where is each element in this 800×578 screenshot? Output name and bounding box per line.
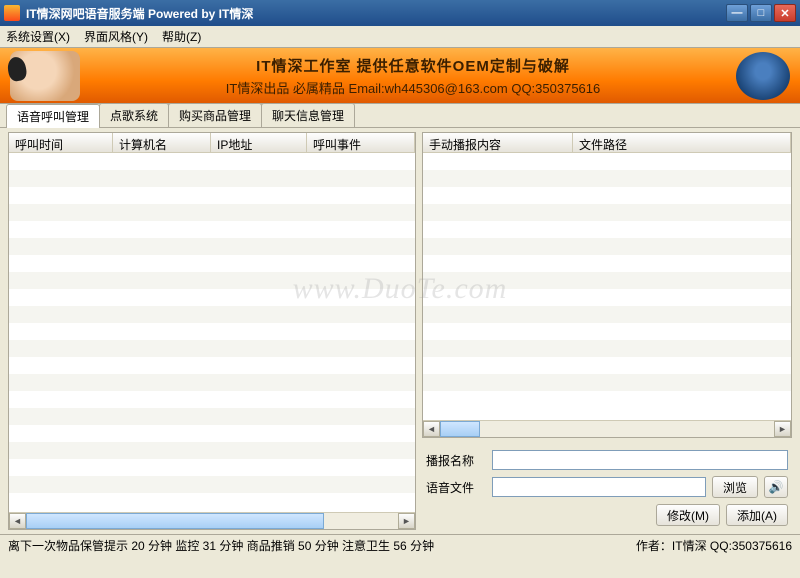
modify-button[interactable]: 修改(M)	[656, 504, 720, 526]
broadcast-list-body[interactable]	[423, 153, 791, 420]
banner: IT情深工作室 提供任意软件OEM定制与破解 IT情深出品 必属精品 Email…	[0, 48, 800, 104]
tabbar: 语音呼叫管理 点歌系统 购买商品管理 聊天信息管理	[0, 104, 800, 128]
broadcast-list-panel: 手动播报内容 文件路径 ◄ ►	[422, 132, 792, 438]
label-broadcast-name: 播报名称	[426, 452, 486, 469]
play-button[interactable]: 🔊	[764, 476, 788, 498]
menubar: 系统设置(X) 界面风格(Y) 帮助(Z)	[0, 26, 800, 48]
add-button[interactable]: 添加(A)	[726, 504, 788, 526]
col-host[interactable]: 计算机名	[113, 133, 211, 152]
speaker-icon: 🔊	[769, 480, 784, 494]
scroll-track[interactable]	[26, 513, 398, 529]
tab-chat[interactable]: 聊天信息管理	[261, 103, 355, 127]
window-title: IT情深网吧语音服务端 Powered by IT情深	[26, 5, 726, 22]
scroll-left-icon[interactable]: ◄	[9, 513, 26, 529]
label-voice-file: 语音文件	[426, 479, 486, 496]
col-event[interactable]: 呼叫事件	[307, 133, 415, 152]
banner-mouse-icon	[736, 52, 790, 100]
browse-button[interactable]: 浏览	[712, 476, 758, 498]
call-list-body[interactable]	[9, 153, 415, 512]
menu-help[interactable]: 帮助(Z)	[162, 28, 201, 45]
broadcast-list-hscroll[interactable]: ◄ ►	[423, 420, 791, 437]
scroll-thumb[interactable]	[26, 513, 324, 529]
tab-voice-call[interactable]: 语音呼叫管理	[6, 104, 100, 128]
menu-system[interactable]: 系统设置(X)	[6, 28, 70, 45]
scroll-left-icon[interactable]: ◄	[423, 421, 440, 437]
minimize-button[interactable]: —	[726, 4, 748, 22]
right-panel: 手动播报内容 文件路径 ◄ ► 播报名称 语音文件 浏览	[422, 132, 792, 530]
titlebar: IT情深网吧语音服务端 Powered by IT情深 — □ ✕	[0, 0, 800, 26]
window-controls: — □ ✕	[726, 4, 796, 22]
status-right: 作者：IT情深 QQ:350375616	[636, 537, 792, 554]
content-area: 呼叫时间 计算机名 IP地址 呼叫事件 ◄ ► 手动播报内容 文件路径	[0, 128, 800, 534]
status-left: 离下一次物品保管提示 20 分钟 监控 31 分钟 商品推销 50 分钟 注意卫…	[8, 537, 628, 554]
menu-style[interactable]: 界面风格(Y)	[84, 28, 148, 45]
banner-avatar	[10, 51, 80, 101]
col-file-path[interactable]: 文件路径	[573, 133, 791, 152]
banner-line1: IT情深工作室 提供任意软件OEM定制与破解	[90, 55, 736, 76]
col-broadcast-content[interactable]: 手动播报内容	[423, 133, 573, 152]
app-icon	[4, 5, 20, 21]
banner-line2: IT情深出品 必属精品 Email:wh445306@163.com QQ:35…	[90, 78, 736, 97]
tab-song[interactable]: 点歌系统	[99, 103, 169, 127]
scroll-thumb[interactable]	[440, 421, 480, 437]
close-button[interactable]: ✕	[774, 4, 796, 22]
scroll-track[interactable]	[440, 421, 774, 437]
broadcast-form: 播报名称 语音文件 浏览 🔊 修改(M) 添加(A)	[422, 446, 792, 530]
col-ip[interactable]: IP地址	[211, 133, 307, 152]
scroll-right-icon[interactable]: ►	[774, 421, 791, 437]
call-list-header: 呼叫时间 计算机名 IP地址 呼叫事件	[9, 133, 415, 153]
call-list-hscroll[interactable]: ◄ ►	[9, 512, 415, 529]
banner-text: IT情深工作室 提供任意软件OEM定制与破解 IT情深出品 必属精品 Email…	[90, 55, 736, 97]
broadcast-list-header: 手动播报内容 文件路径	[423, 133, 791, 153]
statusbar: 离下一次物品保管提示 20 分钟 监控 31 分钟 商品推销 50 分钟 注意卫…	[0, 534, 800, 556]
voice-file-input[interactable]	[492, 477, 706, 497]
col-call-time[interactable]: 呼叫时间	[9, 133, 113, 152]
scroll-right-icon[interactable]: ►	[398, 513, 415, 529]
tab-goods[interactable]: 购买商品管理	[168, 103, 262, 127]
maximize-button[interactable]: □	[750, 4, 772, 22]
call-list-panel: 呼叫时间 计算机名 IP地址 呼叫事件 ◄ ►	[8, 132, 416, 530]
broadcast-name-input[interactable]	[492, 450, 788, 470]
